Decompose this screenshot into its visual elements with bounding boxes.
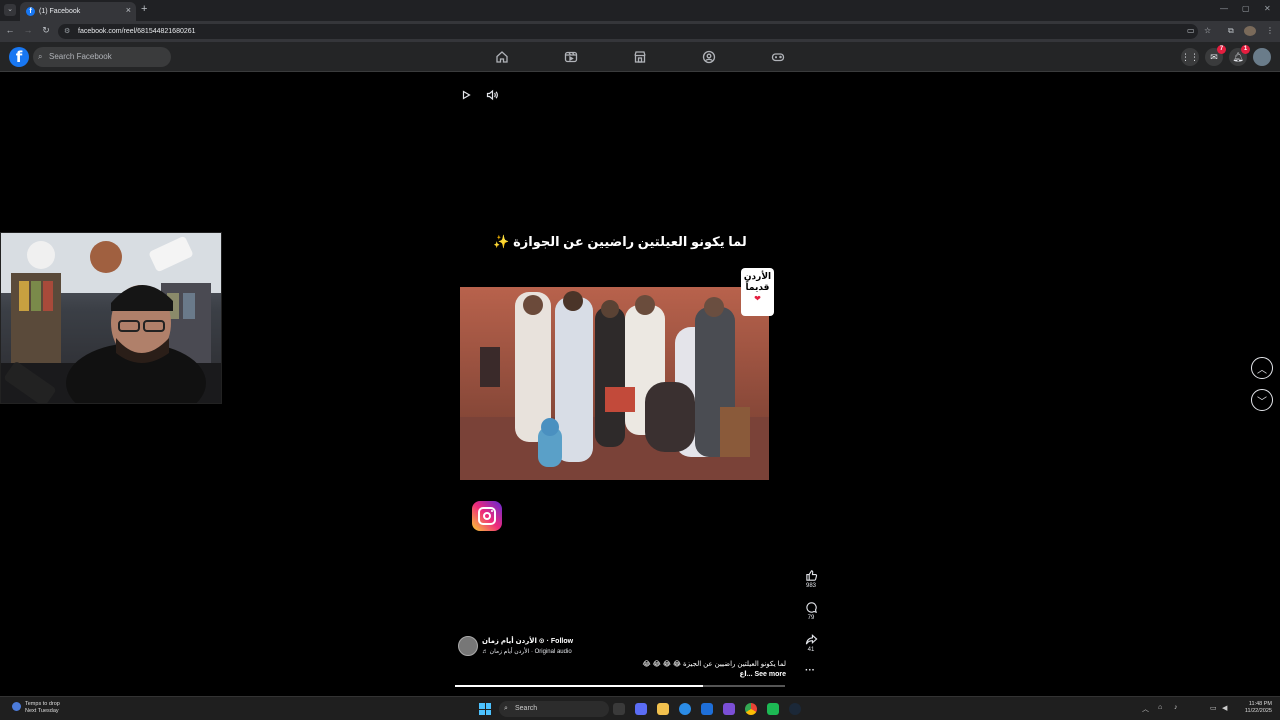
browser-toolbar: ← → ↻ ⚙ facebook.com/reel/68154482168026… [0,21,1280,42]
profile-avatar-button[interactable] [1253,48,1271,66]
facebook-header: f ⌕ Search Facebook ⋮⋮ ✉ 7 🔔︎ 1 [0,42,1280,72]
more-options-icon[interactable]: ··· [805,665,815,676]
tab-close-icon[interactable]: × [126,5,131,15]
comment-icon [805,602,817,613]
browser-menu-icon[interactable]: ⋮ [1266,26,1274,35]
weather-icon [12,702,21,711]
video-progress-bar[interactable] [455,685,785,687]
browser-tab[interactable]: f (1) Facebook × [20,2,136,21]
like-icon [805,570,817,581]
like-count: 983 [805,583,816,589]
gaming-icon[interactable] [771,50,785,64]
messenger-icon: ✉ [1210,51,1218,62]
search-icon: ⌕ [38,52,43,61]
tab-search-button[interactable]: ⌄ [4,4,16,16]
cast-icon[interactable]: ▭ [1187,26,1195,35]
windows-start-icon[interactable] [479,703,491,715]
taskbar-search-label: Search [515,705,538,712]
clock-date: 11/22/2025 [1244,708,1272,714]
messenger-badge: 7 [1217,45,1226,54]
home-icon[interactable] [495,50,509,64]
profile-avatar[interactable] [1244,26,1256,36]
messenger-button[interactable]: ✉ 7 [1205,45,1226,66]
share-button[interactable]: 41 [800,633,822,653]
share-count: 41 [807,647,815,653]
site-info-icon[interactable]: ⚙ [64,24,70,39]
video-progress-fill [455,685,703,687]
facebook-logo[interactable]: f [9,47,29,67]
tray-chevron-icon[interactable]: ︿ [1142,704,1149,714]
url-text: facebook.com/reel/681544821680261 [78,28,196,35]
notifications-button[interactable]: 🔔︎ 1 [1229,45,1250,66]
task-view-icon[interactable] [613,703,625,715]
watermark-line-1: الأردن [743,271,772,281]
like-button[interactable]: 983 [800,569,822,589]
comment-count: 79 [807,615,815,621]
comment-button[interactable]: 79 [800,601,822,621]
network-icon[interactable]: ⌂ [1158,704,1162,711]
tab-title: (1) Facebook [39,8,81,15]
copilot-icon[interactable] [635,703,647,715]
next-reel-button[interactable]: ﹀ [1251,389,1273,411]
volume-icon[interactable] [485,88,499,102]
menu-grid-button[interactable]: ⋮⋮ [1181,48,1199,66]
chrome-icon[interactable] [745,703,757,715]
close-window-icon[interactable]: ✕ [1264,4,1271,13]
page-name-follow[interactable]: الأردن أيام زمان ⊙ · Follow [482,637,573,645]
microphone-icon[interactable]: ♪ [1174,704,1178,711]
grid-icon: ⋮⋮ [1181,51,1199,62]
instagram-icon [472,501,502,531]
speaker-icon[interactable]: ◀︎ [1222,704,1227,712]
heart-icon: ❤ [754,294,761,303]
clock-time: 11:48 PM [1248,701,1272,707]
share-icon [805,634,817,645]
edge-icon[interactable] [679,703,691,715]
reel-overlay-title: لما يكونو العيلتين راضيين عن الجوازة ✨ [493,234,747,249]
search-placeholder: Search Facebook [49,52,112,61]
previous-reel-button[interactable]: ︿ [1251,357,1273,379]
facebook-search-input[interactable]: ⌕ Search Facebook [33,47,171,67]
forward-icon[interactable]: → [22,25,34,35]
maximize-icon[interactable]: ▢ [1242,4,1250,13]
video-icon[interactable] [564,50,578,64]
notifications-badge: 1 [1241,45,1250,54]
page-avatar[interactable] [458,636,478,656]
back-icon[interactable]: ← [4,25,16,35]
chevron-down-icon: ﹀ [1257,396,1267,408]
windows-taskbar: Temps to drop Next Tuesday ⌕ Search ︿ ⌂ … [0,696,1280,720]
app-icon[interactable] [767,703,779,715]
play-icon[interactable] [459,88,473,102]
reel-caption: لما يكونو العيلتين راضيين عن الجيزة 😂 😂 … [642,661,786,668]
store-icon[interactable] [701,703,713,715]
extension-icon[interactable]: ⧉ [1228,26,1234,36]
taskbar-search[interactable]: ⌕ Search [499,701,609,717]
discord-icon[interactable] [723,703,735,715]
watermark-line-2: قديماً [745,282,770,292]
browser-tab-bar: ⌄ f (1) Facebook × + — ▢ ✕ [0,0,1280,21]
search-icon: ⌕ [504,705,508,712]
weather-widget[interactable]: Temps to drop Next Tuesday [12,701,60,715]
channel-watermark: الأردن قديماً ❤ [741,268,774,316]
marketplace-icon[interactable] [633,50,647,64]
bookmark-star-icon[interactable]: ☆ [1204,26,1211,35]
facebook-favicon-icon: f [26,7,35,16]
minimize-icon[interactable]: — [1220,4,1228,13]
taskbar-clock[interactable]: 11:48 PM 11/22/2025 [1234,701,1272,715]
see-more-link[interactable]: اع... See more [700,670,786,678]
chevron-up-icon: ︿ [1257,364,1267,376]
reel-video[interactable] [460,287,769,480]
reload-icon[interactable]: ↻ [40,25,52,36]
audio-label[interactable]: ♬ الأردن أيام زمان · Original audio [482,648,572,655]
webcam-overlay [0,232,222,404]
steam-icon[interactable] [789,703,801,715]
display-icon[interactable]: ▭ [1210,704,1217,712]
groups-icon[interactable] [702,50,716,64]
file-explorer-icon[interactable] [657,703,669,715]
address-bar[interactable]: ⚙ facebook.com/reel/681544821680261 [58,24,1198,39]
new-tab-button[interactable]: + [141,3,147,15]
